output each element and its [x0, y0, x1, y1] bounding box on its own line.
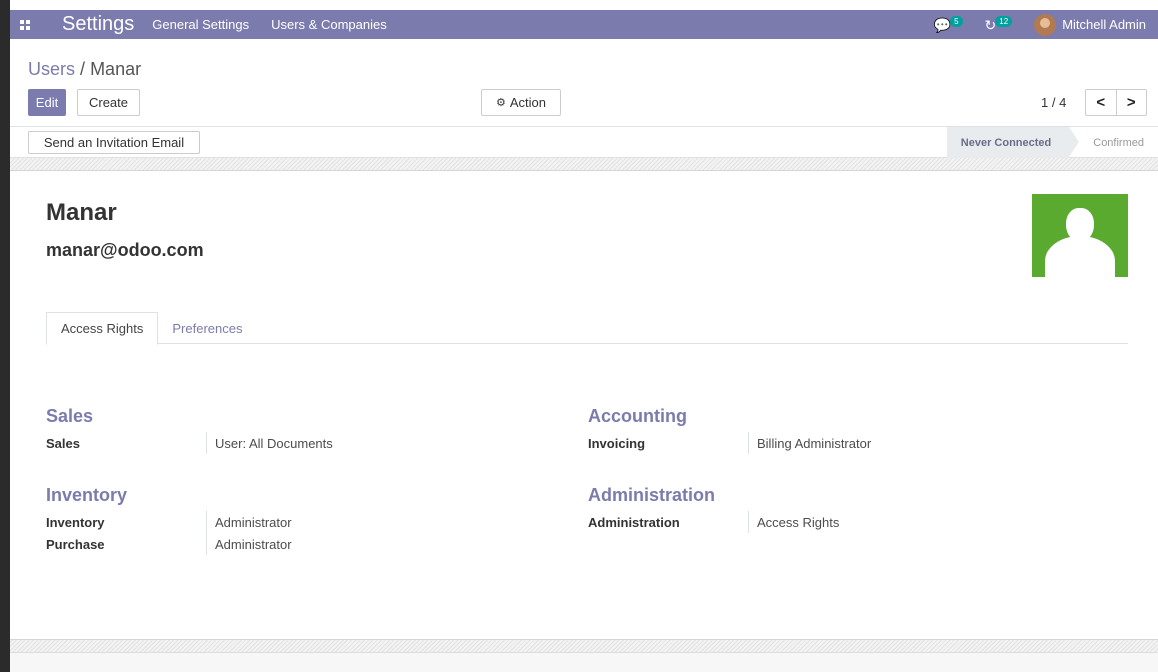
breadcrumb-current: Manar: [90, 59, 142, 79]
group-title: Accounting: [588, 406, 687, 426]
notebook-tabs: Access Rights Preferences: [46, 312, 1128, 345]
messages-counter: 5: [950, 16, 963, 27]
edit-button[interactable]: Edit: [28, 89, 66, 116]
breadcrumb: Users / Manar: [28, 59, 141, 80]
tab-access-rights[interactable]: Access Rights: [46, 312, 159, 345]
field-label: Administration: [588, 514, 680, 530]
field-label: Purchase: [46, 536, 105, 552]
group-title: Administration: [588, 485, 716, 505]
send-invitation-button[interactable]: Send an Invitation Email: [28, 131, 200, 154]
field-value: Access Rights: [748, 511, 839, 533]
form-statusbar: Send an Invitation Email Never Connected…: [10, 127, 1158, 158]
stage-confirmed: Confirmed: [1093, 136, 1144, 149]
bottom-strip: [10, 652, 1158, 672]
field-label: Sales: [46, 435, 80, 451]
group-title: Inventory: [46, 485, 128, 505]
pager-value[interactable]: 1 / 4: [1041, 95, 1066, 110]
breadcrumb-users-link[interactable]: Users: [28, 59, 75, 79]
breadcrumb-separator: /: [80, 59, 86, 79]
field-label: Inventory: [46, 514, 105, 530]
create-button[interactable]: Create: [77, 89, 140, 116]
group-sales: Sales Sales User: All Documents: [46, 406, 333, 454]
gear-icon: ⚙: [495, 97, 506, 109]
pager-previous-button[interactable]: <: [1086, 90, 1117, 115]
group-title: Sales: [46, 406, 94, 426]
window-left-edge: [0, 0, 10, 672]
user-name: Mitchell Admin: [1062, 17, 1146, 32]
field-value: Billing Administrator: [748, 432, 871, 454]
apps-menu-icon[interactable]: [10, 10, 40, 39]
field-row: Purchase Administrator: [46, 533, 292, 555]
field-row: Administration Access Rights: [588, 511, 839, 533]
field-row: Inventory Administrator: [46, 511, 292, 533]
menu-general-settings[interactable]: General Settings: [152, 17, 249, 32]
field-label: Invoicing: [588, 435, 646, 451]
group-administration: Administration Administration Access Rig…: [588, 485, 839, 533]
group-inventory: Inventory Inventory Administrator Purcha…: [46, 485, 292, 555]
control-panel: Users / Manar Edit Create ⚙ Action 1 / 4…: [10, 39, 1158, 127]
tab-preferences[interactable]: Preferences: [158, 312, 256, 344]
user-menu[interactable]: Mitchell Admin: [1034, 13, 1146, 36]
field-value: Administrator: [206, 533, 292, 555]
field-value: User: All Documents: [206, 432, 333, 454]
top-navbar: Settings General Settings Users & Compan…: [10, 10, 1158, 39]
messaging-menu[interactable]: 💬 5: [933, 16, 963, 33]
user-avatar-image[interactable]: [1032, 194, 1128, 277]
chat-bubbles-icon: 💬: [933, 16, 952, 33]
activity-menu[interactable]: ↻ 12: [985, 16, 1013, 32]
stage-never-connected: Never Connected: [946, 127, 1080, 158]
field-row: Invoicing Billing Administrator: [588, 432, 871, 454]
user-name-field: Manar: [46, 199, 117, 226]
field-value: Administrator: [206, 511, 292, 533]
pager-next-button[interactable]: >: [1117, 90, 1147, 115]
action-label: Action: [509, 95, 546, 110]
pager-buttons: < >: [1085, 89, 1147, 116]
group-accounting: Accounting Invoicing Billing Administrat…: [588, 406, 871, 454]
menu-users-companies[interactable]: Users & Companies: [271, 17, 387, 32]
field-row: Sales User: All Documents: [46, 432, 333, 454]
avatar: [1034, 13, 1057, 36]
action-button[interactable]: ⚙ Action: [481, 89, 561, 116]
user-email-field: manar@odoo.com: [46, 240, 204, 260]
activities-counter: 12: [995, 16, 1013, 27]
status-stages: Never Connected Confirmed: [946, 127, 1158, 158]
app-title[interactable]: Settings: [40, 13, 152, 36]
form-sheet: Manar manar@odoo.com Access Rights Prefe…: [10, 170, 1158, 640]
navbar-right: 💬 5 ↻ 12 Mitchell Admin: [934, 10, 1158, 39]
